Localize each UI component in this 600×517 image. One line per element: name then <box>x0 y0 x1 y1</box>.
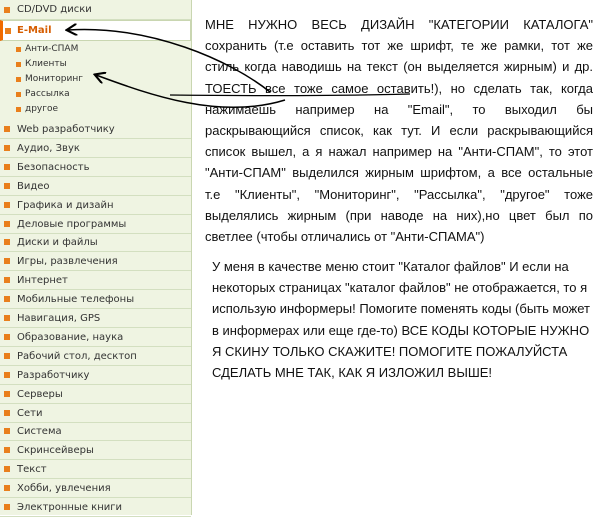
menu-item-label: Рабочий стол, десктоп <box>17 350 137 362</box>
menu-item[interactable]: Хобби, увлечения <box>0 479 191 499</box>
menu-item[interactable]: Диски и файлы <box>0 233 191 253</box>
menu-item[interactable]: Мобильные телефоны <box>0 290 191 310</box>
bullet-icon <box>16 92 21 97</box>
menu-item[interactable]: Аудио, Звук <box>0 139 191 158</box>
bullet-icon <box>4 220 10 227</box>
menu-item[interactable]: Электронные книги <box>0 498 191 517</box>
menu-item-label: Текст <box>17 464 47 476</box>
menu-item[interactable]: Серверы <box>0 385 191 404</box>
bullet-icon <box>4 390 10 397</box>
bullet-icon <box>4 466 10 473</box>
menu-item[interactable]: Образование, наука <box>0 328 191 347</box>
note-paragraph-2: У меня в качестве меню стоит "Каталог фа… <box>212 259 590 381</box>
submenu-item-label: Рассылка <box>25 89 70 99</box>
bullet-icon <box>5 28 11 34</box>
bullet-icon <box>4 126 10 132</box>
menu-item[interactable]: Сети <box>0 404 191 423</box>
menu-item[interactable]: Текст <box>0 460 191 480</box>
bullet-icon <box>16 62 21 67</box>
bullet-icon <box>4 182 10 189</box>
menu-item[interactable]: Интернет <box>0 271 191 291</box>
menu-item-label: Система <box>17 426 62 438</box>
bullet-icon <box>4 428 10 435</box>
menu-item-label: Интернет <box>17 275 68 287</box>
bullet-icon <box>4 333 10 340</box>
bullet-icon <box>4 371 10 378</box>
bullet-icon <box>4 315 10 321</box>
submenu-item[interactable]: Анти-СПАМ <box>0 42 191 57</box>
submenu-item-label: Мониторинг <box>25 74 83 84</box>
menu-item[interactable]: Видео <box>0 177 191 196</box>
submenu-item-label: другое <box>25 104 59 114</box>
bullet-icon <box>16 77 21 82</box>
bullet-icon <box>4 258 10 265</box>
menu-item-label: Серверы <box>17 388 63 400</box>
menu-item[interactable]: Графика и дизайн <box>0 196 191 215</box>
menu-item[interactable]: Деловые программы <box>0 215 191 234</box>
bullet-icon <box>4 352 10 359</box>
bullet-icon <box>4 296 10 303</box>
menu-item[interactable]: Игры, развлечения <box>0 252 191 272</box>
menu-item[interactable]: Система <box>0 422 191 442</box>
bullet-icon <box>4 485 10 492</box>
submenu-item[interactable]: Рассылка <box>0 87 191 102</box>
menu-item[interactable]: Рабочий стол, десктоп <box>0 347 191 366</box>
submenu-item[interactable]: Мониторинг <box>0 72 191 87</box>
bullet-icon <box>4 239 10 246</box>
menu-item-cd-dvd[interactable]: CD/DVD диски <box>0 0 191 20</box>
menu-item-email[interactable]: E-Mail <box>0 20 191 41</box>
menu-item-label: Графика и дизайн <box>17 199 114 211</box>
menu-item[interactable]: Скринсейверы <box>0 441 191 461</box>
menu-item-label: Образование, наука <box>17 331 124 343</box>
bullet-icon <box>4 409 10 416</box>
bullet-icon <box>4 504 10 510</box>
submenu-item-label: Клиенты <box>25 59 67 69</box>
menu-item-label: Деловые программы <box>17 218 127 230</box>
menu-item-label: Разработчику <box>17 369 90 381</box>
bullet-icon <box>4 201 10 208</box>
submenu-item[interactable]: Клиенты <box>0 57 191 72</box>
bullet-icon <box>4 163 10 170</box>
menu-item[interactable]: Безопасность <box>0 158 191 177</box>
bullet-icon <box>4 144 10 151</box>
menu-item-label: Диски и файлы <box>17 237 98 249</box>
menu-item-label: Навигация, GPS <box>17 313 101 324</box>
bullet-icon <box>4 277 10 284</box>
bullet-icon <box>4 7 10 13</box>
menu-item-label: CD/DVD диски <box>17 4 92 15</box>
menu-item[interactable]: Разработчику <box>0 366 191 385</box>
menu-item-label: Аудио, Звук <box>17 142 80 154</box>
menu-item-label: Сети <box>17 407 43 419</box>
menu-item-label: Игры, развлечения <box>17 256 118 268</box>
category-menu: CD/DVD диски E-Mail Анти-СПАМ Клиенты Мони… <box>0 0 192 517</box>
menu-item-label: Хобби, увлечения <box>17 483 111 495</box>
menu-item-label: Безопасность <box>17 161 90 173</box>
menu-item[interactable]: Web разработчику <box>0 120 191 139</box>
menu-item-label: Мобильные телефоны <box>17 294 135 306</box>
menu-item[interactable]: Навигация, GPS <box>0 309 191 328</box>
menu-item-label: Электронные книги <box>17 502 122 513</box>
menu-item-label: Видео <box>17 180 50 192</box>
submenu-item[interactable]: другое <box>0 102 191 117</box>
menu-item-label: E-Mail <box>17 25 52 36</box>
note-paragraph-1: МНЕ НУЖНО ВЕСЬ ДИЗАЙН "КАТЕГОРИИ КАТАЛОГ… <box>205 17 593 245</box>
menu-item-label: Скринсейверы <box>17 445 94 457</box>
menu-item-label: Web разработчику <box>17 124 115 135</box>
bullet-icon <box>4 447 10 454</box>
bullet-icon <box>16 107 21 112</box>
bullet-icon <box>16 47 21 52</box>
submenu-item-label: Анти-СПАМ <box>25 44 79 54</box>
